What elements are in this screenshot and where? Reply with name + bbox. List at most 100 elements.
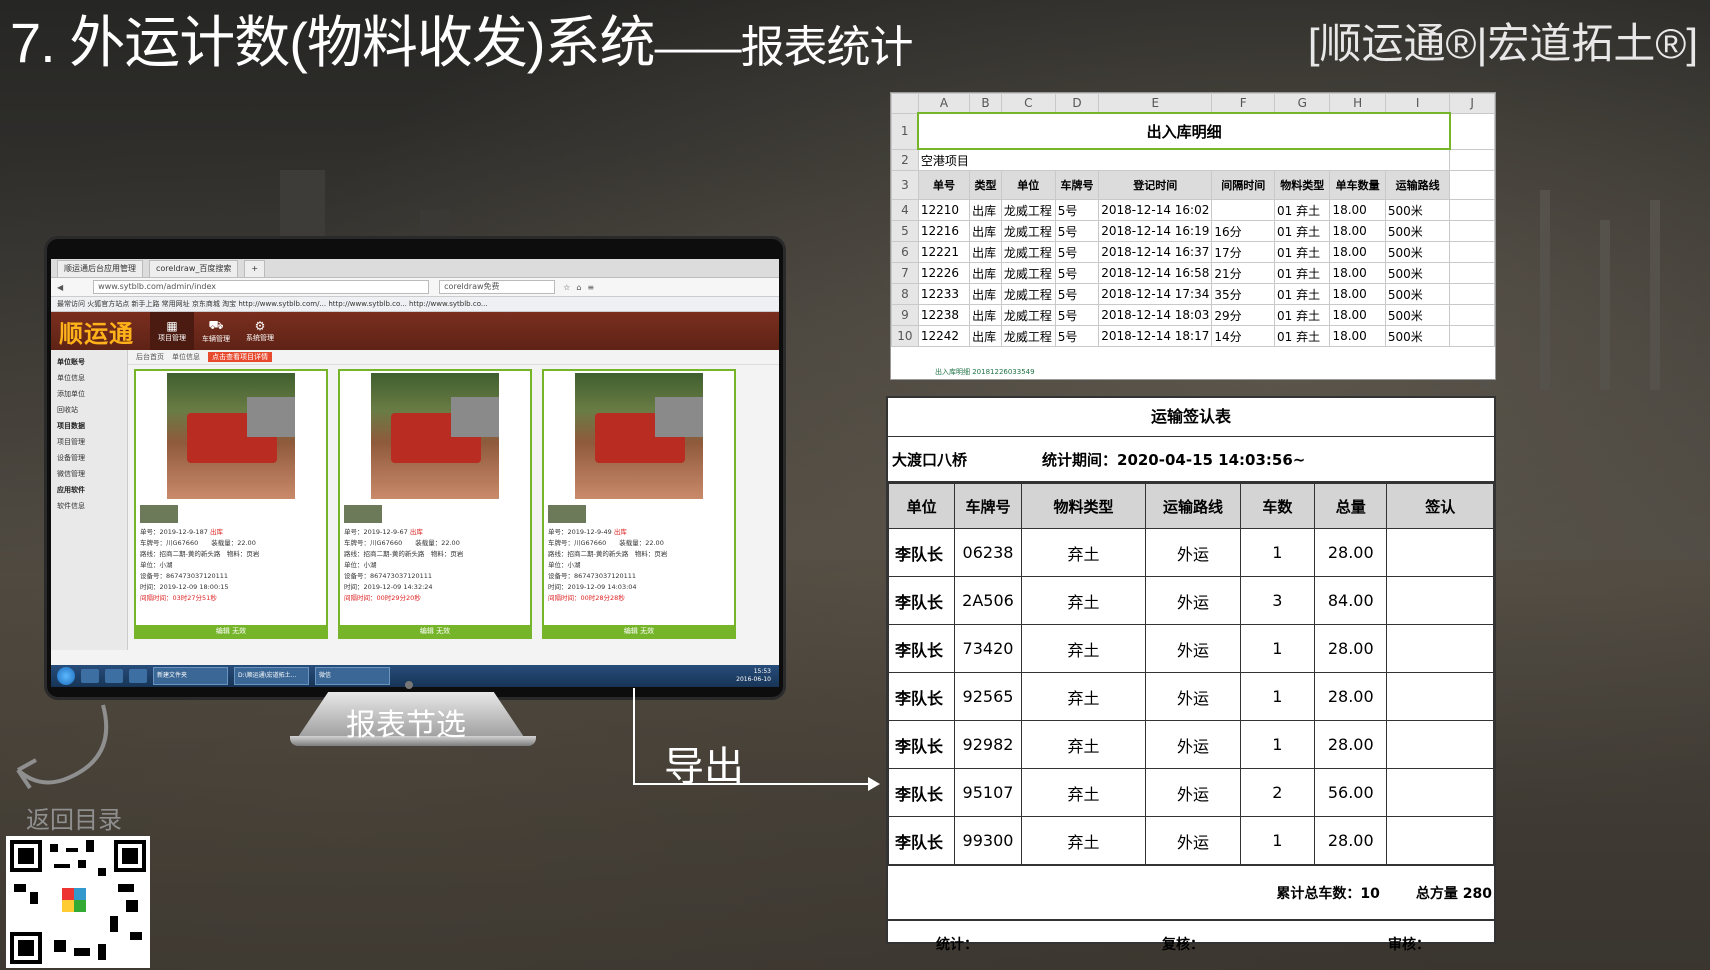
sheet-cell[interactable]: 18.00 [1329, 325, 1386, 347]
row-number[interactable]: 10 [891, 325, 919, 347]
sheet-cell[interactable]: 12233 [917, 283, 971, 305]
sheet-cell[interactable]: 18.00 [1329, 283, 1386, 305]
sheet-cell[interactable]: 01 弃土 [1274, 325, 1331, 347]
sheet-cell[interactable]: 龙威工程 [1000, 325, 1056, 347]
sidebar-item-recycle[interactable]: 回收站 [51, 402, 127, 418]
sheet-cell[interactable] [1449, 199, 1495, 221]
sidebar-item-wechat[interactable]: 微信管理 [51, 466, 127, 482]
taskbar-icon[interactable] [81, 669, 99, 683]
sheet-cell[interactable]: 35分 [1211, 283, 1276, 305]
sheet-cell[interactable]: 出库 [969, 325, 1002, 347]
column-header[interactable]: D [1054, 93, 1100, 114]
sheet-cell[interactable]: 18.00 [1329, 241, 1386, 263]
sheet-cell[interactable]: 5号 [1054, 304, 1100, 326]
nav-system-management[interactable]: ⚙ 系统管理 [238, 312, 282, 350]
sidebar-group-accounts[interactable]: 单位账号 [51, 354, 127, 370]
sheet-cell[interactable] [1449, 283, 1495, 305]
nav-project-management[interactable]: ▦ 项目管理 [150, 312, 194, 350]
sheet-cell[interactable]: 18.00 [1329, 220, 1386, 242]
signature-cell[interactable] [1386, 768, 1494, 817]
breadcrumb-item[interactable]: 单位信息 [172, 352, 200, 362]
sheet-cell[interactable]: 500米 [1384, 262, 1451, 284]
sidebar-group-software[interactable]: 应用软件 [51, 482, 127, 498]
sheet-cell[interactable] [1449, 325, 1495, 347]
sidebar-group-project-data[interactable]: 项目数据 [51, 418, 127, 434]
url-bar[interactable]: www.sytblb.com/admin/index [93, 280, 430, 294]
sheet-cell[interactable] [1449, 241, 1495, 263]
sheet-header-cell[interactable]: 运输路线 [1384, 170, 1451, 200]
sheet-cell[interactable]: 01 弃土 [1274, 304, 1331, 326]
signature-cell[interactable] [1386, 576, 1494, 625]
browser-tab[interactable]: coreldraw_百度搜索 [149, 259, 239, 277]
sheet-cell[interactable] [1449, 148, 1495, 171]
signature-cell[interactable] [1386, 816, 1494, 865]
record-card[interactable]: 单号：2019-12-9-49 出库 车牌号：川G67660 装载量：22.00… [542, 369, 736, 639]
truck-photo[interactable] [575, 373, 703, 499]
nav-vehicle-management[interactable]: ⛟ 车辆管理 [194, 312, 238, 350]
sheet-cell[interactable]: 龙威工程 [1000, 283, 1056, 305]
row-number[interactable]: 7 [891, 262, 919, 284]
sheet-cell[interactable]: 5号 [1054, 325, 1100, 347]
signature-cell[interactable] [1386, 624, 1494, 673]
row-number[interactable]: 9 [891, 304, 919, 326]
row-number[interactable]: 4 [891, 199, 919, 221]
column-header[interactable]: H [1329, 93, 1386, 114]
sheet-cell[interactable]: 01 弃土 [1274, 283, 1331, 305]
card-actions[interactable]: 编辑 无效 [544, 625, 734, 637]
truck-thumbnail[interactable] [344, 505, 382, 523]
breadcrumb-item[interactable]: 后台首页 [136, 352, 164, 362]
row-number[interactable]: 3 [891, 170, 919, 200]
sheet-cell[interactable] [1449, 304, 1495, 326]
sheet-cell[interactable]: 12238 [917, 304, 971, 326]
taskbar-icon[interactable] [105, 669, 123, 683]
browser-tab[interactable]: 顺运通后台应用管理 [57, 259, 143, 277]
column-header[interactable]: J [1449, 93, 1495, 114]
sheet-cell[interactable] [1449, 112, 1495, 150]
sheet-cell[interactable]: 龙威工程 [1000, 262, 1056, 284]
signature-cell[interactable] [1386, 720, 1494, 769]
sheet-cell[interactable]: 12226 [917, 262, 971, 284]
sheet-header-cell[interactable]: 类型 [969, 170, 1002, 200]
sheet-cell[interactable]: 出库 [969, 220, 1002, 242]
truck-photo[interactable] [371, 373, 499, 499]
truck-thumbnail[interactable] [140, 505, 178, 523]
sheet-cell[interactable]: 01 弃土 [1274, 241, 1331, 263]
sheet-header-cell[interactable]: 单位 [1000, 170, 1056, 200]
column-header[interactable]: B [969, 93, 1002, 114]
sheet-title[interactable]: 出入库明细 [917, 112, 1451, 150]
select-all-corner[interactable] [891, 93, 919, 114]
sheet-header-cell[interactable]: 车牌号 [1054, 170, 1100, 200]
sheet-cell[interactable]: 2018-12-14 16:58 [1098, 262, 1213, 284]
sheet-cell[interactable] [1449, 262, 1495, 284]
sheet-cell[interactable]: 出库 [969, 241, 1002, 263]
taskbar-icon[interactable] [129, 669, 147, 683]
taskbar-window[interactable]: 新建文件夹 [153, 667, 228, 685]
taskbar-window[interactable]: D:\顺运通\宏道拓土... [234, 667, 309, 685]
card-actions[interactable]: 编辑 无效 [340, 625, 530, 637]
back-arrow-icon[interactable]: ◀ [57, 283, 63, 292]
column-header[interactable]: C [1000, 93, 1056, 114]
start-button[interactable] [57, 667, 75, 685]
sheet-header-cell[interactable]: 单车数量 [1329, 170, 1386, 200]
truck-photo[interactable] [167, 373, 295, 499]
sheet-header-cell[interactable]: 间隔时间 [1211, 170, 1276, 200]
sheet-cell[interactable]: 500米 [1384, 325, 1451, 347]
sheet-cell[interactable]: 01 弃土 [1274, 262, 1331, 284]
sidebar-item-devices[interactable]: 设备管理 [51, 450, 127, 466]
menu-icon[interactable]: ≡ [587, 283, 594, 292]
column-header[interactable]: F [1211, 93, 1276, 114]
sheet-cell[interactable]: 龙威工程 [1000, 304, 1056, 326]
sheet-cell[interactable]: 出库 [969, 262, 1002, 284]
column-header[interactable]: E [1098, 93, 1213, 114]
sheet-cell[interactable]: 2018-12-14 16:37 [1098, 241, 1213, 263]
sheet-cell[interactable]: 5号 [1054, 199, 1100, 221]
card-actions[interactable]: 编辑 无效 [136, 625, 326, 637]
record-card[interactable]: 单号：2019-12-9-67 出库 车牌号：川G67660 装载量：22.00… [338, 369, 532, 639]
sheet-cell[interactable]: 12216 [917, 220, 971, 242]
sheet-cell[interactable] [1449, 220, 1495, 242]
sheet-cell[interactable]: 2018-12-14 16:19 [1098, 220, 1213, 242]
sheet-tab[interactable]: 出入库明细 20181226033549 [935, 367, 1035, 377]
sidebar-item-unit-info[interactable]: 单位信息 [51, 370, 127, 386]
sheet-cell[interactable]: 18.00 [1329, 262, 1386, 284]
sheet-cell[interactable]: 18.00 [1329, 199, 1386, 221]
